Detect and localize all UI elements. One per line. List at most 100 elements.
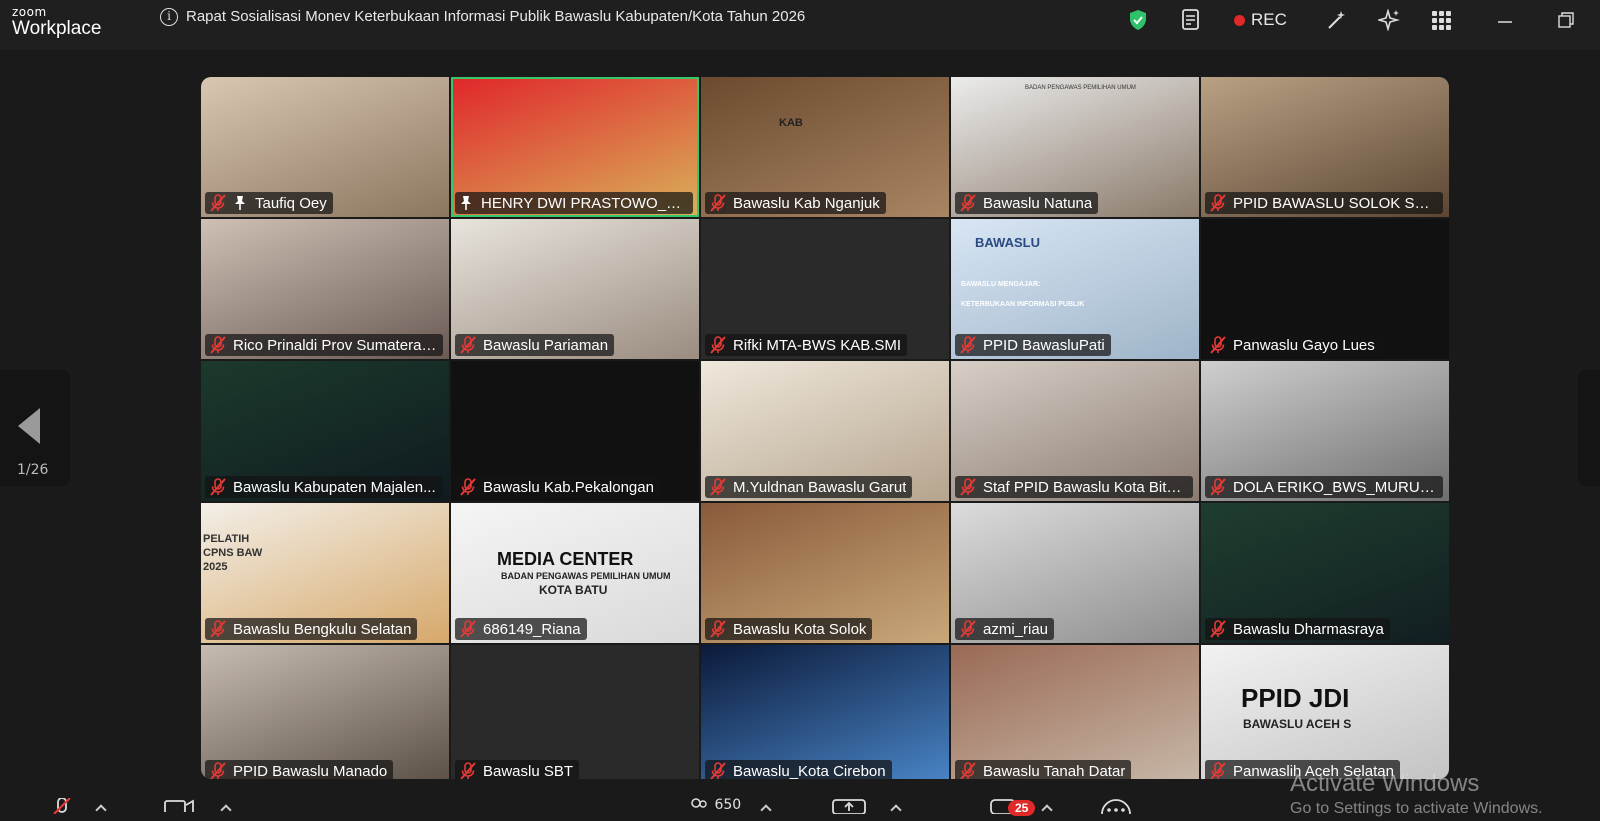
participant-label: Bawaslu Dharmasraya [1205,618,1390,640]
participant-tile[interactable]: PPID BAWASLU SOLOK SELA... [1201,77,1449,217]
chevron-up-icon[interactable] [1041,804,1053,816]
chevron-up-icon[interactable] [760,804,772,816]
participant-name: Bawaslu SBT [483,762,574,780]
participant-tile[interactable]: KETERBUKAAN INFORMASI PUBLIK BAWASLU MENG… [951,219,1199,359]
participant-tile[interactable]: 2025 CPNS BAW PELATIH Bawaslu Bengkulu Sela… [201,503,449,643]
participant-name: Bawaslu Kabupaten Majalen... [233,478,436,496]
participant-tile[interactable]: KOTA BATU BADAN PENGAWAS PEMILIHAN UMUM ME… [451,503,699,643]
participant-tile[interactable]: Panwaslu Gayo Lues [1201,219,1449,359]
participant-label: Bawaslu Kab Nganjuk [705,192,886,214]
mic-muted-icon [459,762,477,779]
participant-label: PPID BawasluPati [955,334,1111,356]
prev-page-button[interactable]: 1/26 [0,370,70,486]
chevron-up-icon[interactable] [220,804,232,816]
participant-name: PPID BawasluPati [983,336,1105,354]
participant-tile[interactable]: PPID Bawaslu Manado [201,645,449,779]
mic-muted-icon [209,336,227,354]
sparkle-icon[interactable] [1378,8,1400,32]
participant-name: 686149_Riana [483,620,581,638]
participant-tile[interactable]: DOLA ERIKO_BWS_MURUN... [1201,361,1449,501]
participant-name: HENRY DWI PRASTOWO_BA... [481,194,687,212]
record-indicator[interactable]: REC [1234,8,1287,32]
brand-large: Workplace [12,18,102,39]
participant-label: Taufiq Oey [205,192,333,214]
info-icon[interactable]: i [160,8,178,26]
participant-label: azmi_riau [955,618,1055,640]
mic-muted-icon [709,620,727,638]
tile-banner-text: BADAN PENGAWAS PEMILIHAN UMUM [1025,85,1136,91]
share-icon[interactable] [832,798,866,818]
mic-muted-icon [959,620,977,638]
prev-page-arrow-icon [18,408,40,444]
participant-tile[interactable]: Rifki MTA-BWS KAB.SMI [701,219,949,359]
participant-label: Bawaslu Kota Solok [705,618,873,640]
next-page-button[interactable] [1578,370,1600,486]
participant-name: Rifki MTA-BWS KAB.SMI [733,336,902,354]
participant-name: Taufiq Oey [255,194,327,212]
participant-tile[interactable]: M.Yuldnan Bawaslu Garut [701,361,949,501]
mic-muted-icon[interactable] [52,797,72,818]
participant-tile[interactable]: Rico Prinaldi Prov Sumatera ... [201,219,449,359]
chat-badge: 25 [1008,800,1036,816]
video-icon[interactable] [164,798,194,816]
participant-tile[interactable]: Staf PPID Bawaslu Kota Bitu... [951,361,1199,501]
tile-media-title: MEDIA CENTER [497,549,634,569]
chevron-up-icon[interactable] [890,804,902,816]
participant-name: azmi_riau [983,620,1049,638]
wand-icon[interactable] [1326,8,1348,32]
zoom-logo: zoom Workplace [12,6,101,38]
tile-banner-text: 2025 [203,561,228,573]
participant-tile[interactable]: BADAN PENGAWAS PEMILIHAN UMUM Bawaslu Nat… [951,77,1199,217]
participant-label: DOLA ERIKO_BWS_MURUN... [1205,476,1443,498]
tile-media-sub: KOTA BATU [539,583,608,597]
participants-button[interactable]: 650 [688,797,741,816]
more-icon[interactable] [1100,798,1132,821]
participant-name: Bawaslu Kota Solok [733,620,867,638]
tile-slide-text: BAWASLU MENGAJAR: [961,281,1041,288]
participant-tile[interactable]: Bawaslu Tanah Datar [951,645,1199,779]
participant-tile[interactable]: KAB Bawaslu Kab Nganjuk [701,77,949,217]
participant-label: 686149_Riana [455,618,587,640]
participant-label: Bawaslu Tanah Datar [955,760,1132,779]
mic-muted-icon [709,478,727,496]
participant-name: Bawaslu Dharmasraya [1233,620,1384,638]
participant-label: M.Yuldnan Bawaslu Garut [705,476,913,498]
participant-label: PPID Bawaslu Manado [205,760,394,780]
shield-check-icon[interactable] [1128,8,1148,32]
participant-name: PPID BAWASLU SOLOK SELA... [1233,194,1437,212]
video-grid: Taufiq Oey HENRY DWI PRASTOWO_BA... KAB Baw… [201,77,1449,779]
participant-label: Bawaslu Kab.Pekalongan [455,476,660,498]
participant-tile[interactable]: azmi_riau [951,503,1199,643]
participant-label: Rifki MTA-BWS KAB.SMI [705,334,908,356]
participant-name: Bawaslu Kab Nganjuk [733,194,880,212]
watermark-line2: Go to Settings to activate Windows. [1290,800,1543,817]
participant-tile[interactable]: HENRY DWI PRASTOWO_BA... [451,77,699,217]
apps-grid-icon[interactable] [1431,8,1451,32]
participant-tile[interactable]: Bawaslu SBT [451,645,699,779]
record-dot-icon [1234,14,1245,26]
mic-muted-icon [959,194,977,212]
participant-tile[interactable]: Bawaslu Kab.Pekalongan [451,361,699,501]
mic-muted-icon [709,762,727,779]
participant-name: PPID Bawaslu Manado [233,762,388,780]
brand-small: zoom [12,5,47,19]
participant-tile[interactable]: Bawaslu Dharmasraya [1201,503,1449,643]
participant-label: Bawaslu_Kota Cirebon [705,760,892,779]
mic-muted-icon [209,478,227,496]
participant-name: Bawaslu Kab.Pekalongan [483,478,654,496]
participant-tile[interactable]: Bawaslu Kota Solok [701,503,949,643]
participant-tile[interactable]: BAWASLU ACEH S PPID JDI Panwaslih Aceh Sel… [1201,645,1449,779]
notes-icon[interactable] [1181,8,1201,32]
minimize-icon[interactable] [1497,8,1513,32]
participants-icon [688,798,712,816]
mic-muted-icon [709,194,727,212]
mic-muted-icon [1209,478,1227,496]
participant-tile[interactable]: Taufiq Oey [201,77,449,217]
participant-tile[interactable]: Bawaslu Pariaman [451,219,699,359]
participant-tile[interactable]: Bawaslu Kabupaten Majalen... [201,361,449,501]
participant-label: Bawaslu Bengkulu Selatan [205,618,418,640]
chevron-up-icon[interactable] [95,804,107,816]
restore-icon[interactable] [1558,8,1574,32]
participant-name: DOLA ERIKO_BWS_MURUN... [1233,478,1437,496]
participant-tile[interactable]: Bawaslu_Kota Cirebon [701,645,949,779]
